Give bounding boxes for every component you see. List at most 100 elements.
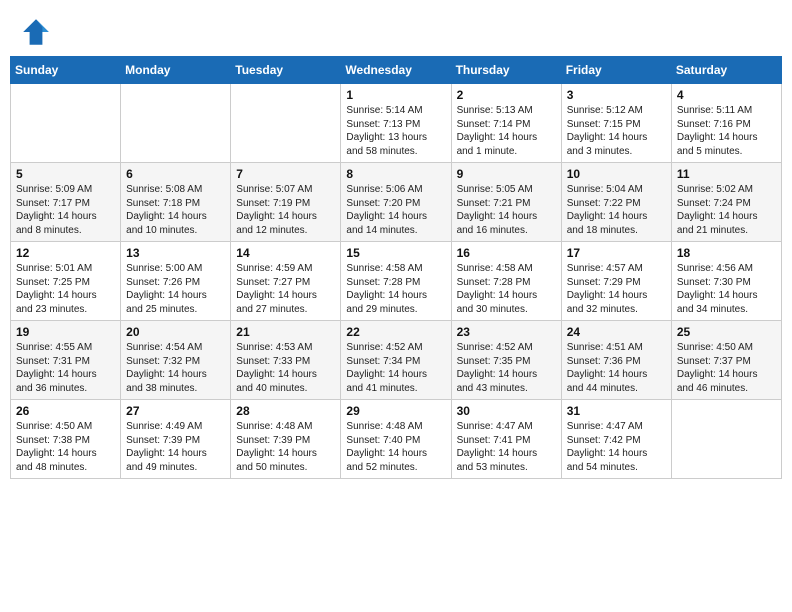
calendar-cell: 16Sunrise: 4:58 AMSunset: 7:28 PMDayligh… <box>451 242 561 321</box>
sunrise: Sunrise: 4:58 AM <box>346 263 422 274</box>
calendar-cell: 2Sunrise: 5:13 AMSunset: 7:14 PMDaylight… <box>451 84 561 163</box>
calendar-cell: 5 Sunrise: 5:09 AMSunset: 7:17 PMDaylight… <box>11 163 121 242</box>
sunrise: Sunrise: 4:48 AM <box>346 421 422 432</box>
daylight: Daylight: 14 hours and 36 minutes. <box>16 369 97 394</box>
calendar-cell: 30Sunrise: 4:47 AMSunset: 7:41 PMDayligh… <box>451 400 561 479</box>
sunset: Sunset: 7:33 PM <box>236 356 310 367</box>
sunrise: Sunrise: 5:05 AM <box>457 184 533 195</box>
sunset: Sunset: 7:15 PM <box>567 119 641 130</box>
cell-info: Sunrise: 5:02 AMSunset: 7:24 PMDaylight:… <box>677 183 776 237</box>
calendar-cell: 13 Sunrise: 5:00 AMSunset: 7:26 PMDayligh… <box>121 242 231 321</box>
cell-day-number: 29 <box>346 404 445 418</box>
cell-info: Sunrise: 5:00 AMSunset: 7:26 PMDaylight:… <box>126 262 225 316</box>
cell-info: Sunrise: 4:55 AMSunset: 7:31 PMDaylight:… <box>16 341 115 395</box>
daylight: Daylight: 14 hours and 53 minutes. <box>457 448 538 473</box>
sunrise: Sunrise: 4:50 AM <box>677 342 753 353</box>
sunrise: Sunrise: 4:53 AM <box>236 342 312 353</box>
cell-info: Sunrise: 4:48 AMSunset: 7:39 PMDaylight:… <box>236 420 335 474</box>
weekday-header: Monday <box>121 57 231 84</box>
calendar-week: 12Sunrise: 5:01 AMSunset: 7:25 PMDayligh… <box>11 242 782 321</box>
cell-info: Sunrise: 4:52 AMSunset: 7:34 PMDaylight:… <box>346 341 445 395</box>
calendar-cell: 14Sunrise: 4:59 AMSunset: 7:27 PMDayligh… <box>231 242 341 321</box>
calendar-cell <box>231 84 341 163</box>
calendar-cell: 23Sunrise: 4:52 AMSunset: 7:35 PMDayligh… <box>451 321 561 400</box>
sunrise: Sunrise: 4:56 AM <box>677 263 753 274</box>
sunset: Sunset: 7:19 PM <box>236 198 310 209</box>
cell-day-number: 9 <box>457 167 556 181</box>
calendar-cell: 4Sunrise: 5:11 AMSunset: 7:16 PMDaylight… <box>671 84 781 163</box>
cell-day-number: 6 <box>126 167 225 181</box>
sunrise: Sunrise: 4:52 AM <box>457 342 533 353</box>
sunrise: Sunrise: 5:00 AM <box>126 263 202 274</box>
cell-day-number: 30 <box>457 404 556 418</box>
daylight: Daylight: 14 hours and 50 minutes. <box>236 448 317 473</box>
sunset: Sunset: 7:25 PM <box>16 277 90 288</box>
sunrise: Sunrise: 4:59 AM <box>236 263 312 274</box>
calendar-cell: 17Sunrise: 4:57 AMSunset: 7:29 PMDayligh… <box>561 242 671 321</box>
sunset: Sunset: 7:22 PM <box>567 198 641 209</box>
sunset: Sunset: 7:32 PM <box>126 356 200 367</box>
calendar-cell: 26Sunrise: 4:50 AMSunset: 7:38 PMDayligh… <box>11 400 121 479</box>
calendar-cell: 19 Sunrise: 4:55 AMSunset: 7:31 PMDayligh… <box>11 321 121 400</box>
weekday-header: Tuesday <box>231 57 341 84</box>
daylight: Daylight: 14 hours and 16 minutes. <box>457 211 538 236</box>
daylight: Daylight: 14 hours and 46 minutes. <box>677 369 758 394</box>
cell-info: Sunrise: 5:14 AMSunset: 7:13 PMDaylight:… <box>346 104 445 158</box>
sunset: Sunset: 7:34 PM <box>346 356 420 367</box>
sunrise: Sunrise: 4:51 AM <box>567 342 643 353</box>
cell-info: Sunrise: 4:48 AMSunset: 7:40 PMDaylight:… <box>346 420 445 474</box>
cell-info: Sunrise: 4:47 AMSunset: 7:42 PMDaylight:… <box>567 420 666 474</box>
calendar-cell: 28 Sunrise: 4:48 AMSunset: 7:39 PMDayligh… <box>231 400 341 479</box>
sunrise: Sunrise: 5:08 AM <box>126 184 202 195</box>
daylight: Daylight: 14 hours and 10 minutes. <box>126 211 207 236</box>
cell-info: Sunrise: 5:07 AMSunset: 7:19 PMDaylight:… <box>236 183 335 237</box>
cell-info: Sunrise: 5:12 AMSunset: 7:15 PMDaylight:… <box>567 104 666 158</box>
daylight: Daylight: 14 hours and 23 minutes. <box>16 290 97 315</box>
cell-info: Sunrise: 4:51 AMSunset: 7:36 PMDaylight:… <box>567 341 666 395</box>
sunrise: Sunrise: 4:58 AM <box>457 263 533 274</box>
cell-day-number: 20 <box>126 325 225 339</box>
sunset: Sunset: 7:20 PM <box>346 198 420 209</box>
cell-day-number: 26 <box>16 404 115 418</box>
calendar-cell: 15Sunrise: 4:58 AMSunset: 7:28 PMDayligh… <box>341 242 451 321</box>
cell-day-number: 19 <box>16 325 115 339</box>
calendar-cell: 7Sunrise: 5:07 AMSunset: 7:19 PMDaylight… <box>231 163 341 242</box>
sunset: Sunset: 7:21 PM <box>457 198 531 209</box>
daylight: Daylight: 14 hours and 30 minutes. <box>457 290 538 315</box>
cell-day-number: 13 <box>126 246 225 260</box>
weekday-header: Friday <box>561 57 671 84</box>
sunrise: Sunrise: 4:57 AM <box>567 263 643 274</box>
sunrise: Sunrise: 4:47 AM <box>567 421 643 432</box>
weekday-header: Sunday <box>11 57 121 84</box>
daylight: Daylight: 14 hours and 49 minutes. <box>126 448 207 473</box>
cell-info: Sunrise: 4:54 AMSunset: 7:32 PMDaylight:… <box>126 341 225 395</box>
calendar-cell: 10Sunrise: 5:04 AMSunset: 7:22 PMDayligh… <box>561 163 671 242</box>
page: SundayMondayTuesdayWednesdayThursdayFrid… <box>0 0 792 612</box>
daylight: Daylight: 14 hours and 5 minutes. <box>677 132 758 157</box>
calendar-week: 26Sunrise: 4:50 AMSunset: 7:38 PMDayligh… <box>11 400 782 479</box>
calendar-week: 19 Sunrise: 4:55 AMSunset: 7:31 PMDayligh… <box>11 321 782 400</box>
daylight: Daylight: 14 hours and 41 minutes. <box>346 369 427 394</box>
calendar-cell: 3 Sunrise: 5:12 AMSunset: 7:15 PMDaylight… <box>561 84 671 163</box>
cell-info: Sunrise: 4:56 AMSunset: 7:30 PMDaylight:… <box>677 262 776 316</box>
cell-day-number: 14 <box>236 246 335 260</box>
cell-day-number: 3 <box>567 88 666 102</box>
sunset: Sunset: 7:14 PM <box>457 119 531 130</box>
sunset: Sunset: 7:24 PM <box>677 198 751 209</box>
cell-day-number: 28 <box>236 404 335 418</box>
cell-day-number: 16 <box>457 246 556 260</box>
sunset: Sunset: 7:30 PM <box>677 277 751 288</box>
sunrise: Sunrise: 4:48 AM <box>236 421 312 432</box>
calendar-cell: 20 Sunrise: 4:54 AMSunset: 7:32 PMDayligh… <box>121 321 231 400</box>
calendar: SundayMondayTuesdayWednesdayThursdayFrid… <box>10 56 782 479</box>
calendar-cell: 1Sunrise: 5:14 AMSunset: 7:13 PMDaylight… <box>341 84 451 163</box>
sunrise: Sunrise: 5:14 AM <box>346 105 422 116</box>
daylight: Daylight: 14 hours and 52 minutes. <box>346 448 427 473</box>
cell-day-number: 5 <box>16 167 115 181</box>
cell-day-number: 25 <box>677 325 776 339</box>
sunset: Sunset: 7:38 PM <box>16 435 90 446</box>
cell-info: Sunrise: 5:09 AMSunset: 7:17 PMDaylight:… <box>16 183 115 237</box>
cell-day-number: 17 <box>567 246 666 260</box>
daylight: Daylight: 13 hours and 58 minutes. <box>346 132 427 157</box>
daylight: Daylight: 14 hours and 18 minutes. <box>567 211 648 236</box>
